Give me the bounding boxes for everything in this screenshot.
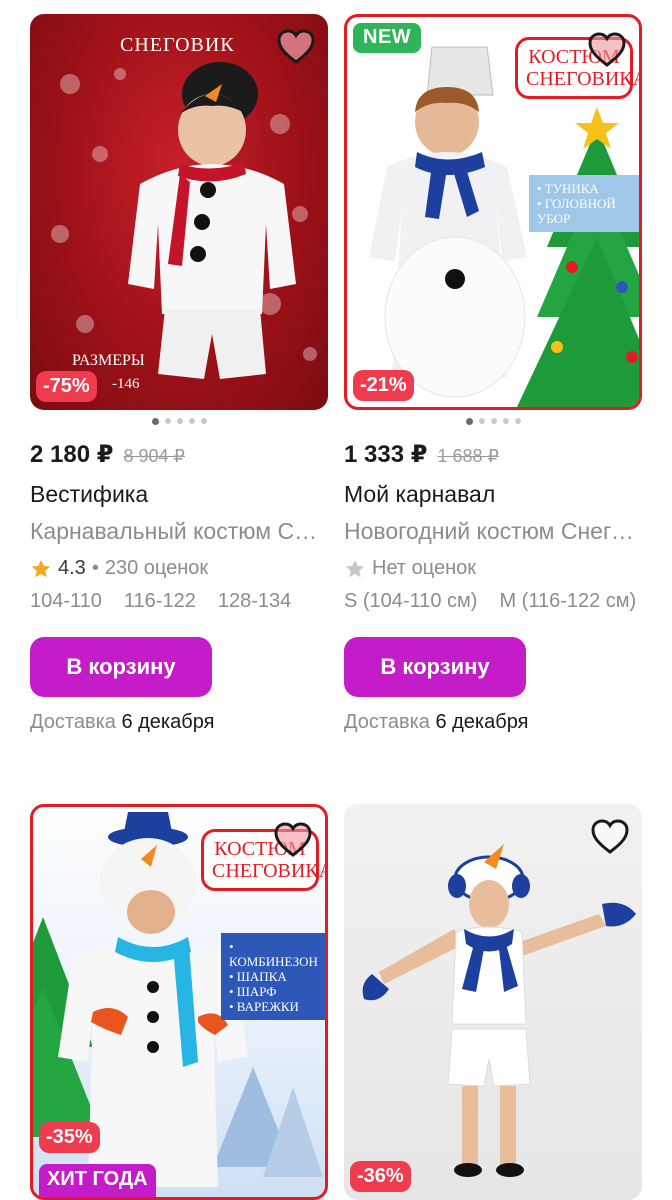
discount-badge: -35% [39, 1122, 100, 1153]
sizes-list: S (104-110 см) M (116-122 см) [344, 590, 642, 613]
discount-badge: -36% [350, 1161, 411, 1192]
old-price: 1 688 ₽ [437, 446, 499, 466]
product-card[interactable]: СНЕГОВИК РАЗМЕРЫ -146 -75% 2 180 ₽ 8 904… [30, 14, 328, 734]
rating-text: Нет оценок [372, 557, 477, 579]
add-to-cart-button[interactable]: В корзину [30, 637, 212, 697]
image-carousel-dots [344, 416, 642, 426]
favorite-heart-icon[interactable] [273, 821, 313, 859]
snowman-costume-illustration [51, 62, 317, 379]
delivery-date: 6 декабря [435, 711, 529, 733]
snowman-costume-illustration [362, 844, 636, 1177]
star-icon [345, 559, 365, 577]
product-image[interactable]: -36% [344, 804, 642, 1200]
price: 1 333 ₽ [344, 441, 428, 468]
favorite-heart-icon[interactable] [276, 28, 316, 66]
image-list: • ТУНИКА • ГОЛОВНОЙ УБОР [529, 175, 639, 232]
product-card[interactable]: -36% [344, 804, 642, 1200]
image-carousel-dots [30, 416, 328, 426]
size-option: 128-134 [217, 590, 292, 612]
image-sizes-value: -146 [112, 376, 140, 392]
size-option: 116-122 [123, 590, 196, 612]
image-caption: СНЕГОВИК [120, 34, 235, 56]
sizes-list: 104-110 116-122 128-134 [30, 590, 328, 613]
image-sizes-label: РАЗМЕРЫ [72, 352, 145, 369]
rating: 4.3 • 230 оценок [30, 557, 328, 580]
reviews-count: 230 оценок [104, 557, 209, 579]
delivery-info: Доставка 6 декабря [344, 711, 529, 733]
image-list: • КОМБИНЕЗОН • ШАПКА • ШАРФ • ВАРЕЖКИ [221, 933, 325, 1020]
hit-badge: ХИТ ГОДА [39, 1164, 156, 1197]
add-to-cart-button[interactable]: В корзину [344, 637, 526, 697]
product-card[interactable]: КОСТЮМ СНЕГОВИКА • КОМБИНЕЗОН • ШАПКА • … [30, 804, 328, 1200]
favorite-heart-icon[interactable] [587, 31, 627, 69]
product-title[interactable]: Новогодний костюм Снеговик [344, 518, 642, 545]
rating: Нет оценок [344, 557, 642, 580]
discount-badge: -75% [36, 371, 97, 402]
favorite-heart-icon[interactable] [590, 818, 630, 856]
brand-name: Мой карнавал [344, 481, 496, 507]
delivery-info: Доставка 6 декабря [30, 711, 215, 733]
product-image[interactable]: СНЕГОВИК РАЗМЕРЫ -146 -75% [30, 14, 328, 410]
star-icon [31, 559, 51, 577]
delivery-date: 6 декабря [121, 711, 215, 733]
size-option: S (104-110 см) [344, 590, 478, 612]
old-price: 8 904 ₽ [123, 446, 185, 466]
product-image[interactable]: КОСТЮМ СНЕГОВИКА • ТУНИКА • ГОЛОВНОЙ УБО… [344, 14, 642, 410]
product-card[interactable]: КОСТЮМ СНЕГОВИКА • ТУНИКА • ГОЛОВНОЙ УБО… [344, 14, 642, 734]
new-badge: NEW [353, 23, 422, 53]
brand-name: Вестифика [30, 481, 149, 507]
size-option: 104-110 [30, 590, 102, 612]
rating-value: 4.3 [58, 557, 86, 579]
price: 2 180 ₽ [30, 441, 114, 468]
product-image[interactable]: КОСТЮМ СНЕГОВИКА • КОМБИНЕЗОН • ШАПКА • … [30, 804, 328, 1200]
size-option: M (116-122 см) [499, 590, 637, 612]
product-title[interactable]: Карнавальный костюм Снеговик [30, 518, 328, 545]
discount-badge: -21% [353, 370, 414, 401]
